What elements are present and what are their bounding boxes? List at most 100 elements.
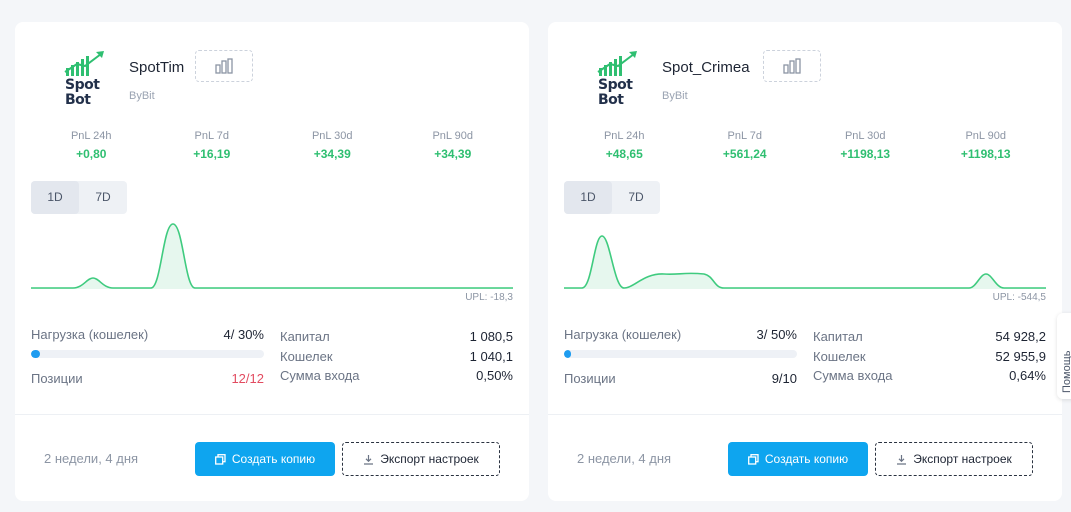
help-side-tab[interactable]: Помощь [1057,313,1071,399]
create-copy-button[interactable]: Создать копию [195,442,335,476]
stat-entry-size: Сумма входа 0,64% [813,366,1046,386]
create-copy-label: Создать копию [231,452,316,466]
chart-button[interactable] [195,50,253,82]
stat-value: 0,64% [1009,368,1046,383]
export-settings-label: Экспорт настроек [380,452,479,466]
export-settings-button[interactable]: Экспорт настроек [342,442,500,476]
pnl-7d: PnL 7d +16,19 [152,130,273,161]
stat-label: Сумма входа [813,368,893,383]
stat-label: Кошелек [813,348,866,364]
copy-icon [747,453,759,465]
divider [548,414,1062,415]
positions-label: Позиции [564,371,616,386]
stat-label: Кошелек [280,348,333,364]
bot-name[interactable]: SpotTim [129,59,184,76]
export-settings-label: Экспорт настроек [913,452,1012,466]
tab-7d[interactable]: 7D [79,181,127,214]
create-copy-label: Создать копию [764,452,849,466]
pnl-24h: PnL 24h +48,65 [564,130,685,161]
stat-value: 52 955,9 [995,348,1046,364]
pnl-value: +1198,13 [840,147,891,161]
upl-value: UPL: -18,3 [465,292,513,303]
pnl-label: PnL 24h [70,130,112,142]
positions-label: Позиции [31,371,83,386]
stat-value: 0,50% [476,368,513,383]
load-label: Нагрузка (кошелек) [564,327,682,342]
pnl-value: +1198,13 [960,147,1011,161]
create-copy-button[interactable]: Создать копию [728,442,868,476]
tab-7d[interactable]: 7D [612,181,660,214]
stat-entry-size: Сумма входа 0,50% [280,366,513,386]
export-settings-button[interactable]: Экспорт настроек [875,442,1033,476]
pnl-90d: PnL 90d +34,39 [393,130,514,161]
load-progress-fill [31,350,41,358]
pnl-24h: PnL 24h +0,80 [31,130,152,161]
load-progress-bar [564,350,797,358]
pnl-label: PnL 90d [965,130,1007,142]
pnl-30d: PnL 30d +1198,13 [805,130,926,161]
stat-label: Капитал [813,329,863,344]
exchange-name: ByBit [129,90,155,102]
pnl-row: PnL 24h +0,80 PnL 7d +16,19 PnL 30d +34,… [31,130,513,161]
pnl-value: +34,39 [434,147,472,161]
pnl-sparkline [564,235,1046,289]
load-progress-bar [31,350,264,358]
stat-label: Сумма входа [280,368,360,383]
pnl-row: PnL 24h +48,65 PnL 7d +561,24 PnL 30d +1… [564,130,1046,161]
stat-wallet: Кошелек 52 955,9 [813,347,1046,367]
stat-capital: Капитал 54 928,2 [813,327,1046,347]
pnl-label: PnL 7d [727,130,762,142]
spot-bot-logo: Spot Bot [596,48,640,108]
logo-text: Spot Bot [65,77,100,108]
pnl-label: PnL 30d [311,130,353,142]
bar-chart-icon [215,58,233,74]
upl-value: UPL: -544,5 [992,292,1046,303]
period-tabs: 1D 7D [564,181,660,214]
chart-button[interactable] [763,50,821,82]
pnl-value: +0,80 [76,147,107,161]
stat-value: 54 928,2 [995,329,1046,344]
download-icon [364,454,374,465]
pnl-label: PnL 90d [432,130,474,142]
load-progress-fill [564,350,571,358]
stat-value: 1 040,1 [469,348,513,364]
pnl-value: +16,19 [193,147,231,161]
pnl-value: +48,65 [605,147,643,161]
bot-age: 2 недели, 4 дня [577,451,672,466]
pnl-90d: PnL 90d +1198,13 [926,130,1047,161]
stats-list: Капитал 54 928,2 Кошелек 52 955,9 Сумма … [813,327,1046,386]
pnl-sparkline [31,223,513,289]
pnl-label: PnL 7d [194,130,229,142]
load-value: 3/ 50% [756,327,797,342]
help-side-tab-label: Помощь [1061,350,1071,394]
bot-card: Spot Bot SpotTim ByBit PnL 24h +0,80 PnL… [15,22,529,501]
exchange-name: ByBit [662,90,688,102]
tab-1d[interactable]: 1D [31,181,79,214]
pnl-value: +34,39 [313,147,351,161]
positions-value: 9/10 [771,371,797,386]
stat-label: Капитал [280,329,330,344]
copy-icon [214,453,226,465]
pnl-label: PnL 24h [603,130,645,142]
divider [15,414,529,415]
stat-wallet: Кошелек 1 040,1 [280,347,513,367]
tab-1d[interactable]: 1D [564,181,612,214]
spot-bot-logo: Spot Bot [63,48,107,108]
bot-name[interactable]: Spot_Crimea [662,59,750,76]
load-value: 4/ 30% [223,327,264,342]
bot-age: 2 недели, 4 дня [44,451,139,466]
stat-capital: Капитал 1 080,5 [280,327,513,347]
stats-list: Капитал 1 080,5 Кошелек 1 040,1 Сумма вх… [280,327,513,386]
stat-value: 1 080,5 [469,329,513,344]
load-label: Нагрузка (кошелек) [31,327,149,342]
bot-card: Spot Bot Spot_Crimea ByBit PnL 24h +48,6… [548,22,1062,501]
pnl-7d: PnL 7d +561,24 [685,130,806,161]
pnl-30d: PnL 30d +34,39 [272,130,393,161]
period-tabs: 1D 7D [31,181,127,214]
bar-chart-icon [783,58,801,74]
logo-text: Spot Bot [598,77,633,108]
pnl-label: PnL 30d [844,130,886,142]
positions-value: 12/12 [231,371,264,386]
pnl-value: +561,24 [722,147,767,161]
download-icon [897,454,907,465]
